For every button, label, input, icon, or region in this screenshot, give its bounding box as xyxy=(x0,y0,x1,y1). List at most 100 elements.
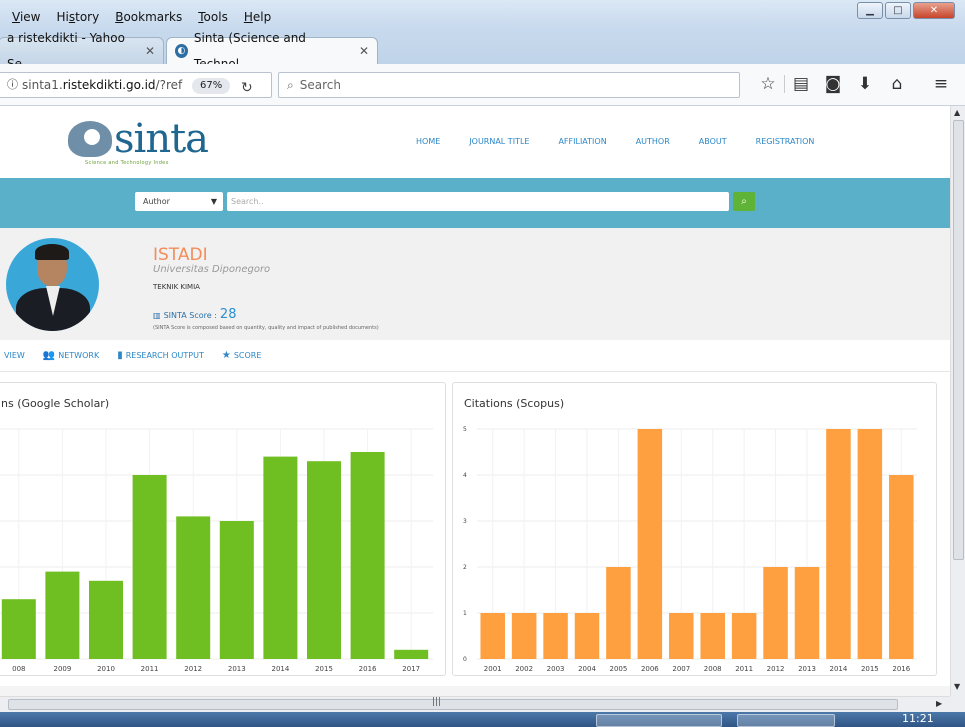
taskbar-item[interactable] xyxy=(596,714,722,727)
nav-about[interactable]: ABOUT xyxy=(699,137,727,146)
x-tick-label: 2007 xyxy=(672,665,690,673)
bar[interactable] xyxy=(763,567,788,659)
browser-search-input[interactable]: ⌕ Search xyxy=(278,72,740,98)
reload-icon[interactable]: ↻ xyxy=(241,76,253,100)
url-bar[interactable]: ⓘ sinta1.ristekdikti.go.id/?ref 67% ↻ xyxy=(0,72,272,98)
site-info-icon[interactable]: ⓘ xyxy=(7,73,18,97)
nav-home[interactable]: HOME xyxy=(416,137,440,146)
bar[interactable] xyxy=(637,429,663,659)
bar[interactable] xyxy=(394,649,429,659)
site-search-input[interactable]: Search.. xyxy=(227,192,729,211)
bar[interactable] xyxy=(889,475,914,659)
bar[interactable] xyxy=(826,429,851,659)
navigation-bar: ⓘ sinta1.ristekdikti.go.id/?ref 67% ↻ ⌕ … xyxy=(0,64,965,106)
bar[interactable] xyxy=(45,571,80,659)
scroll-thumb[interactable] xyxy=(8,699,898,710)
menu-bookmarks[interactable]: Bookmarks xyxy=(107,10,190,24)
sinta-logo[interactable]: sinta xyxy=(68,116,209,162)
search-type-select[interactable]: Author ▼ xyxy=(135,192,223,211)
bar[interactable] xyxy=(350,452,385,659)
search-band: Author ▼ Search.. ⌕ xyxy=(0,178,950,228)
x-tick-label: 2012 xyxy=(184,665,202,673)
menu-tools[interactable]: Tools xyxy=(190,10,236,24)
nav-journal-title[interactable]: JOURNAL TITLE xyxy=(469,137,529,146)
scroll-down-icon[interactable]: ▼ xyxy=(954,682,960,691)
menu-hamburger-icon[interactable]: ≡ xyxy=(925,74,957,94)
tab-strip: a ristekdikti - Yahoo Se... ✕ ◐ Sinta (S… xyxy=(0,31,965,91)
window-titlebar: View History Bookmarks Tools Help ▁ □ ✕ xyxy=(0,0,965,34)
tab-view[interactable]: VIEW xyxy=(4,351,25,360)
google-scholar-chart: 008 2009 2010 2011 2012 2013 2014 2015 2016 2017 xyxy=(0,428,433,673)
bar[interactable] xyxy=(794,567,820,659)
x-tick-label: 2006 xyxy=(641,665,659,673)
sinta-score: ▥ SINTA Score : 28 xyxy=(153,307,236,322)
bar[interactable] xyxy=(574,613,600,659)
x-tick-label: 2017 xyxy=(402,665,420,673)
menu-history[interactable]: History xyxy=(48,10,107,24)
x-tick-label: 2011 xyxy=(735,665,753,673)
close-tab-icon[interactable]: ✕ xyxy=(145,38,155,64)
bar[interactable] xyxy=(511,613,537,659)
bar[interactable] xyxy=(263,456,298,659)
bar[interactable] xyxy=(132,475,167,659)
scroll-thumb[interactable] xyxy=(953,120,964,560)
home-icon[interactable]: ⌂ xyxy=(881,74,913,94)
close-tab-icon[interactable]: ✕ xyxy=(359,38,369,64)
x-tick-label: 2011 xyxy=(141,665,159,673)
bar[interactable] xyxy=(480,613,505,659)
tab-research-output[interactable]: ▮ RESEARCH OUTPUT xyxy=(117,350,204,361)
page-viewport: sinta Science and Technology Index HOME … xyxy=(0,106,950,696)
tab-sinta[interactable]: ◐ Sinta (Science and Technol... ✕ xyxy=(166,31,378,71)
bar[interactable] xyxy=(176,516,211,659)
pocket-icon[interactable]: ◙ xyxy=(817,74,849,94)
bar[interactable] xyxy=(700,613,725,659)
y-tick-label: 0 xyxy=(463,656,467,663)
tab-network[interactable]: 👥 NETWORK xyxy=(43,350,99,361)
os-taskbar: 11:21 xyxy=(0,712,965,727)
x-tick-label: 2016 xyxy=(359,665,377,673)
bar[interactable] xyxy=(731,613,757,659)
site-search-button[interactable]: ⌕ xyxy=(733,192,755,211)
author-university[interactable]: Universitas Diponegoro xyxy=(153,264,270,275)
score-value: 28 xyxy=(219,307,237,322)
x-tick-label: 008 xyxy=(12,665,25,673)
bar[interactable] xyxy=(1,599,36,659)
bar[interactable] xyxy=(857,429,883,659)
minimize-button[interactable]: ▁ xyxy=(857,2,883,19)
nav-author[interactable]: AUTHOR xyxy=(636,137,670,146)
reading-list-icon[interactable]: ▤ xyxy=(785,74,817,94)
horizontal-scrollbar[interactable]: ||| ▶ xyxy=(0,696,950,712)
bar[interactable] xyxy=(543,613,568,659)
bar[interactable] xyxy=(669,613,694,659)
tab-score[interactable]: ★ SCORE xyxy=(222,350,262,361)
vertical-scrollbar[interactable]: ▲ ▼ xyxy=(950,106,965,696)
star-icon: ★ xyxy=(221,350,231,361)
menu-view[interactable]: View xyxy=(4,10,48,24)
avatar-hair xyxy=(35,244,69,260)
x-tick-label: 2008 xyxy=(704,665,722,673)
tab-yahoo[interactable]: a ristekdikti - Yahoo Se... ✕ xyxy=(0,31,164,71)
tab-label: SCORE xyxy=(233,351,262,360)
bar[interactable] xyxy=(606,567,631,659)
bar[interactable] xyxy=(219,521,254,659)
sinta-favicon-icon: ◐ xyxy=(175,44,188,58)
taskbar-item[interactable] xyxy=(737,714,835,727)
scopus-citations-chart: 2001 2002 2003 2004 2005 2006 2007 2008 2011 2012… xyxy=(463,426,917,673)
scroll-up-icon[interactable]: ▲ xyxy=(954,108,960,117)
bar[interactable] xyxy=(306,461,342,659)
scroll-right-icon[interactable]: ▶ xyxy=(936,699,942,708)
maximize-button[interactable]: □ xyxy=(885,2,911,19)
bookmark-star-icon[interactable]: ☆ xyxy=(752,74,784,94)
x-tick-label: 2012 xyxy=(767,665,785,673)
bar[interactable] xyxy=(88,580,124,659)
y-tick-label: 3 xyxy=(463,518,467,525)
nav-registration[interactable]: REGISTRATION xyxy=(756,137,815,146)
menu-help[interactable]: Help xyxy=(236,10,279,24)
zoom-indicator[interactable]: 67% xyxy=(192,78,231,94)
nav-affiliation[interactable]: AFFILIATION xyxy=(558,137,606,146)
author-department: TEKNIK KIMIA xyxy=(153,283,200,291)
close-window-button[interactable]: ✕ xyxy=(913,2,955,19)
download-icon[interactable]: ⬇ xyxy=(849,74,881,94)
top-navigation: HOME JOURNAL TITLE AFFILIATION AUTHOR AB… xyxy=(416,137,814,146)
x-tick-label: 2015 xyxy=(861,665,879,673)
